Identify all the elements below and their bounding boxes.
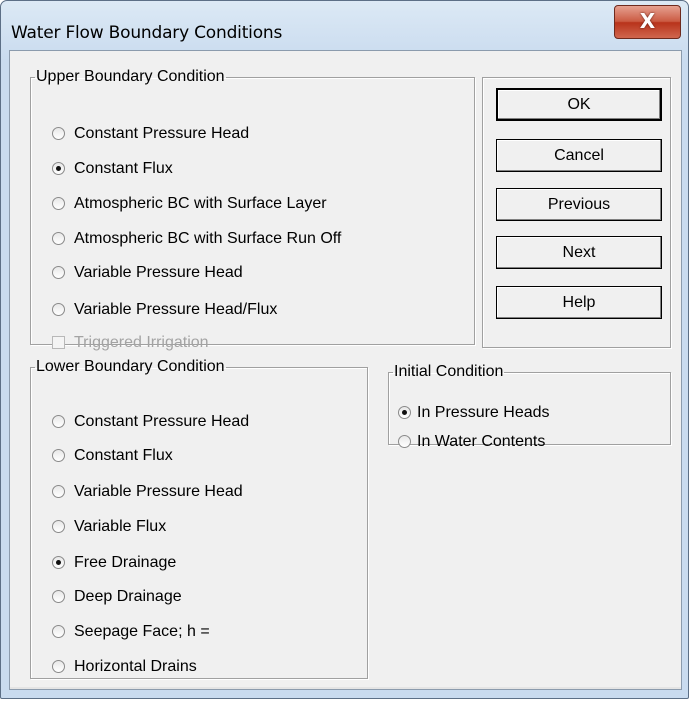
- radio-button[interactable]: [52, 625, 65, 638]
- option-label: Atmospheric BC with Surface Layer: [74, 195, 327, 212]
- close-icon: X: [639, 9, 656, 33]
- initial-condition-legend: Initial Condition: [394, 363, 504, 380]
- radio-button[interactable]: [52, 303, 65, 316]
- radio-button[interactable]: [52, 266, 65, 279]
- radio-button[interactable]: [52, 485, 65, 498]
- option-label: Variable Pressure Head/Flux: [74, 301, 278, 318]
- initial-condition-group: Initial Condition In Pressure Heads In W…: [388, 363, 671, 450]
- dialog-client-area: Upper Boundary Condition Constant Pressu…: [9, 50, 682, 690]
- dialog-window: Water Flow Boundary Conditions X Upper B…: [0, 0, 689, 699]
- upper-boundary-legend: Upper Boundary Condition: [36, 68, 225, 85]
- radio-button[interactable]: [52, 197, 65, 210]
- radio-button[interactable]: [52, 127, 65, 140]
- option-label: Constant Flux: [74, 447, 173, 464]
- option-label: Constant Pressure Head: [74, 413, 250, 430]
- close-button[interactable]: X: [614, 5, 681, 39]
- option-label: Seepage Face; h =: [74, 623, 210, 640]
- option-label: Constant Flux: [74, 160, 173, 177]
- radio-button[interactable]: [52, 449, 65, 462]
- radio-button[interactable]: [52, 520, 65, 533]
- radio-button[interactable]: [52, 660, 65, 673]
- lower-boundary-legend: Lower Boundary Condition: [36, 358, 225, 375]
- option-label: Variable Pressure Head: [74, 483, 243, 500]
- option-label: Constant Pressure Head: [74, 125, 250, 142]
- option-label: In Water Contents: [417, 433, 546, 450]
- radio-button-selected[interactable]: [398, 406, 411, 419]
- option-label: In Pressure Heads: [417, 404, 550, 421]
- radio-button[interactable]: [52, 590, 65, 603]
- next-button[interactable]: Next: [496, 236, 662, 269]
- button-panel: OK Cancel Previous Next Help: [482, 77, 671, 348]
- lower-boundary-group: Lower Boundary Condition Constant Pressu…: [30, 358, 368, 679]
- radio-button-selected[interactable]: [52, 556, 65, 569]
- upper-boundary-group: Upper Boundary Condition Constant Pressu…: [30, 68, 475, 351]
- option-label: Variable Flux: [74, 518, 167, 535]
- ok-button[interactable]: OK: [496, 88, 662, 121]
- radio-button[interactable]: [52, 232, 65, 245]
- option-label: Atmospheric BC with Surface Run Off: [74, 230, 342, 247]
- bottom-edge: [10, 687, 681, 689]
- title-bar[interactable]: Water Flow Boundary Conditions X: [1, 1, 688, 55]
- checkbox[interactable]: [52, 336, 65, 349]
- option-label: Variable Pressure Head: [74, 264, 243, 281]
- help-button[interactable]: Help: [496, 286, 662, 319]
- option-label: Horizontal Drains: [74, 658, 197, 675]
- option-label: Deep Drainage: [74, 588, 182, 605]
- window-title: Water Flow Boundary Conditions: [11, 23, 283, 43]
- radio-button[interactable]: [398, 435, 411, 448]
- checkbox-label: Triggered Irrigation: [74, 334, 209, 351]
- radio-button[interactable]: [52, 415, 65, 428]
- cancel-button[interactable]: Cancel: [496, 139, 662, 172]
- option-label: Free Drainage: [74, 554, 177, 571]
- previous-button[interactable]: Previous: [496, 188, 662, 221]
- radio-button-selected[interactable]: [52, 162, 65, 175]
